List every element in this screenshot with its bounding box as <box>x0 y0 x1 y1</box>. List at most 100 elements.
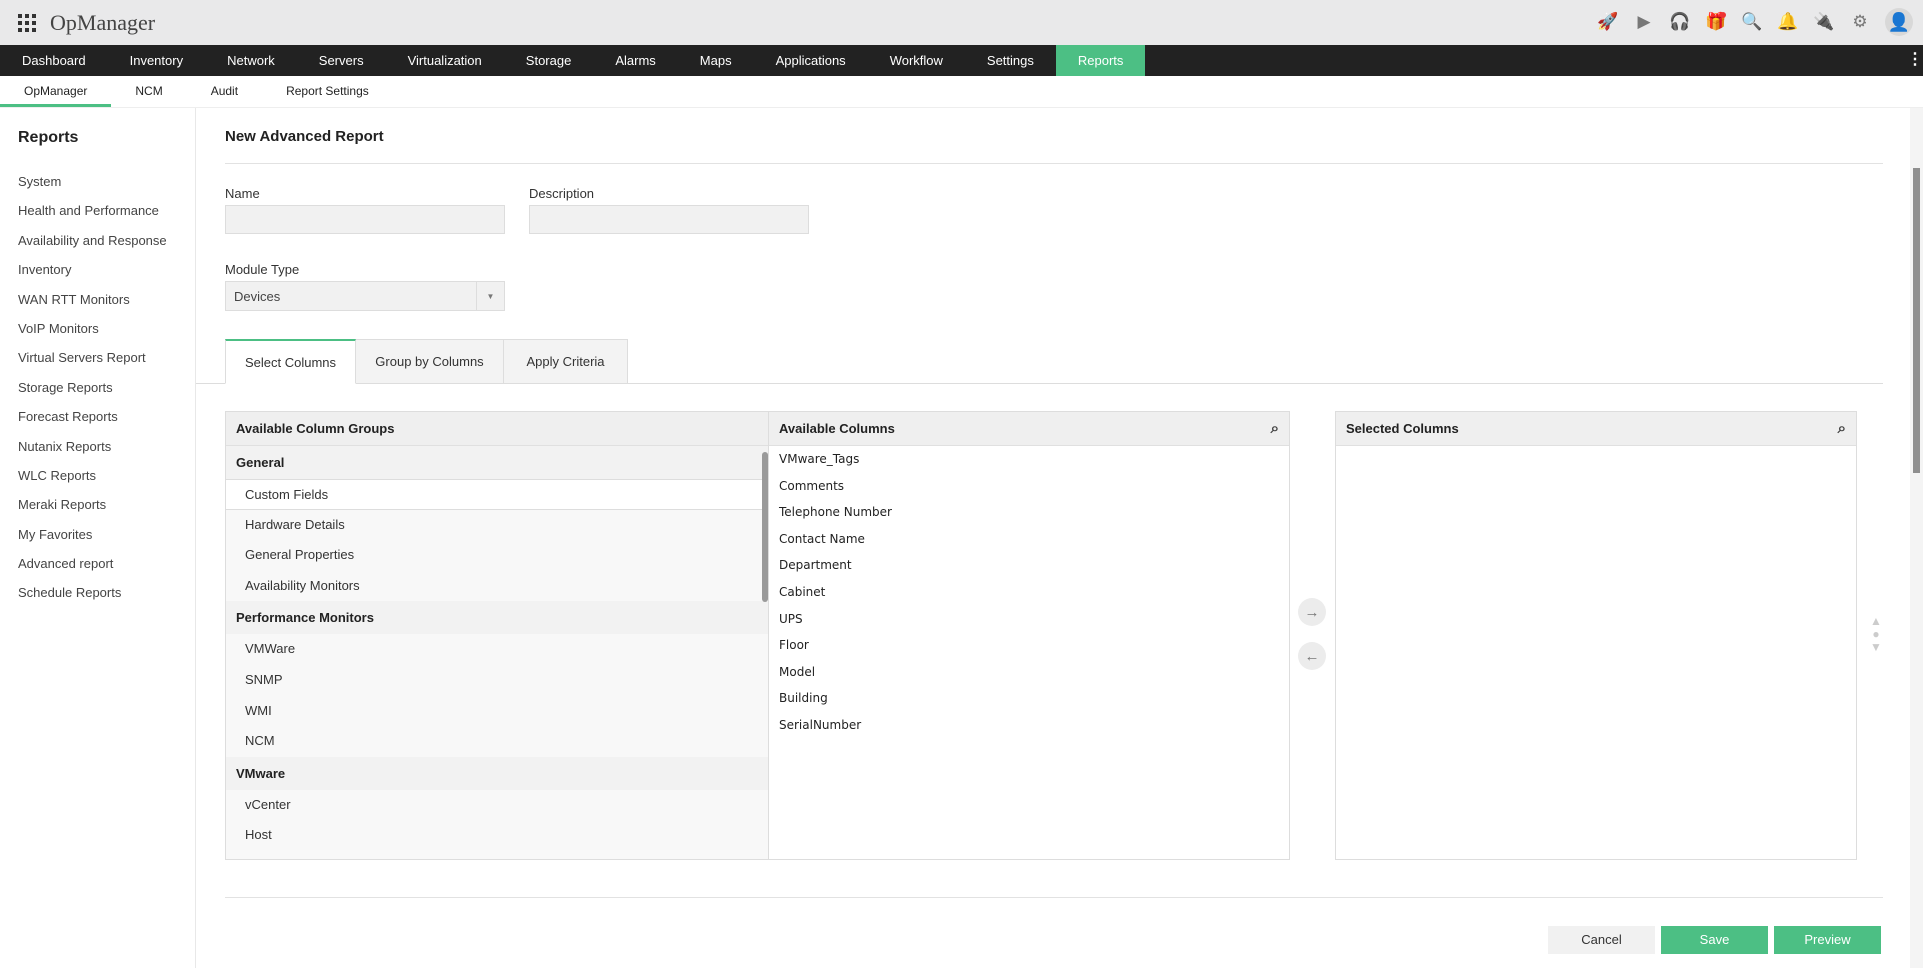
nav-network[interactable]: Network <box>205 45 297 76</box>
available-column-item[interactable]: VMware_Tags <box>769 446 1289 473</box>
gift-icon[interactable]: 🎁 <box>1705 9 1727 35</box>
column-group-item[interactable]: vCenter <box>226 789 768 821</box>
nav-workflow[interactable]: Workflow <box>868 45 965 76</box>
module-type-label: Module Type <box>225 262 300 277</box>
tab-apply-criteria[interactable]: Apply Criteria <box>504 339 628 384</box>
subnav-opmanager[interactable]: OpManager <box>0 76 112 107</box>
module-type-select[interactable]: Devices ▼ <box>225 281 505 311</box>
description-label: Description <box>529 186 595 201</box>
reorder-controls: ▲ ● ▼ <box>1868 615 1884 654</box>
column-group-item[interactable]: Virtual Machine <box>226 850 768 859</box>
subnav-audit[interactable]: Audit <box>187 76 262 107</box>
column-group-item[interactable]: Hardware Details <box>226 509 768 541</box>
name-input[interactable] <box>225 205 505 234</box>
search-icon[interactable]: ⌕ <box>1271 412 1279 446</box>
save-button[interactable]: Save <box>1661 926 1768 954</box>
page-title: New Advanced Report <box>225 128 384 145</box>
available-column-item[interactable]: Building <box>769 685 1289 712</box>
nav-settings[interactable]: Settings <box>965 45 1056 76</box>
chevron-down-icon: ▼ <box>476 282 504 310</box>
available-column-item[interactable]: Contact Name <box>769 526 1289 553</box>
move-down-icon[interactable]: ▼ <box>1868 641 1884 654</box>
sidebar-item[interactable]: Virtual Servers Report <box>18 348 167 377</box>
sidebar-item[interactable]: Advanced report <box>18 554 167 583</box>
column-group-header: VMware <box>226 756 768 790</box>
page-scrollbar[interactable] <box>1910 108 1923 968</box>
description-input[interactable] <box>529 205 809 234</box>
sidebar-item[interactable]: Forecast Reports <box>18 407 167 436</box>
search-icon[interactable]: ⌕ <box>1838 412 1846 446</box>
selected-columns-title: Selected Columns <box>1346 421 1459 436</box>
nav-reports[interactable]: Reports <box>1055 45 1146 76</box>
available-column-item[interactable]: Telephone Number <box>769 499 1289 526</box>
sidebar-item[interactable]: Health and Performance <box>18 201 167 230</box>
column-group-item[interactable]: Host <box>226 820 768 851</box>
nav-inventory[interactable]: Inventory <box>108 45 205 76</box>
available-column-item[interactable]: Model <box>769 659 1289 686</box>
available-column-item[interactable]: Floor <box>769 632 1289 659</box>
column-group-item[interactable]: SNMP <box>226 664 768 696</box>
nav-dashboard[interactable]: Dashboard <box>0 45 108 76</box>
report-tabs: Select Columns Group by Columns Apply Cr… <box>225 339 628 384</box>
available-column-item[interactable]: SerialNumber <box>769 712 1289 739</box>
column-group-item[interactable]: Custom Fields <box>226 479 768 510</box>
sub-nav: OpManager NCM Audit Report Settings <box>0 76 1923 108</box>
nav-virtualization[interactable]: Virtualization <box>386 45 504 76</box>
sidebar-item[interactable]: Storage Reports <box>18 378 167 407</box>
column-groups-panel: Available Column Groups General Custom Fi… <box>225 411 769 860</box>
presentation-icon[interactable]: ▶ <box>1633 9 1655 35</box>
headset-icon[interactable]: 🎧 <box>1669 9 1691 35</box>
column-group-header: Performance Monitors <box>226 601 768 635</box>
column-group-header: General <box>226 446 768 479</box>
bell-icon[interactable]: 🔔 <box>1777 9 1799 35</box>
column-groups-header: Available Column Groups <box>226 412 768 446</box>
gear-icon[interactable]: ⚙ <box>1849 9 1871 35</box>
subnav-ncm[interactable]: NCM <box>111 76 186 107</box>
add-column-arrow-icon[interactable]: → <box>1298 598 1326 626</box>
tab-select-columns[interactable]: Select Columns <box>225 339 356 384</box>
column-group-item[interactable]: VMWare <box>226 634 768 665</box>
sidebar-item[interactable]: WAN RTT Monitors <box>18 290 167 319</box>
available-column-item[interactable]: Cabinet <box>769 579 1289 606</box>
sidebar-item[interactable]: My Favorites <box>18 525 167 554</box>
selected-columns-panel: Selected Columns ⌕ <box>1335 411 1857 860</box>
cancel-button[interactable]: Cancel <box>1548 926 1655 954</box>
sidebar-item[interactable]: Schedule Reports <box>18 583 167 612</box>
module-type-value: Devices <box>234 289 281 304</box>
search-icon[interactable]: 🔍 <box>1741 9 1763 35</box>
available-column-item[interactable]: Comments <box>769 473 1289 500</box>
nav-alarms[interactable]: Alarms <box>593 45 677 76</box>
tab-group-by-columns[interactable]: Group by Columns <box>356 339 504 384</box>
column-group-item[interactable]: Availability Monitors <box>226 570 768 602</box>
app-grid-icon[interactable] <box>18 13 36 32</box>
sidebar-item[interactable]: System <box>18 172 167 201</box>
nav-maps[interactable]: Maps <box>678 45 754 76</box>
sidebar-item[interactable]: Meraki Reports <box>18 495 167 524</box>
selected-columns-header: Selected Columns ⌕ <box>1336 412 1856 446</box>
sidebar-item[interactable]: Nutanix Reports <box>18 437 167 466</box>
plug-icon[interactable]: 🔌 <box>1813 9 1835 35</box>
sidebar-title: Reports <box>18 129 79 146</box>
preview-button[interactable]: Preview <box>1774 926 1881 954</box>
sidebar-item[interactable]: VoIP Monitors <box>18 319 167 348</box>
user-avatar-icon[interactable]: 👤 <box>1885 8 1913 36</box>
app-title: OpManager <box>50 9 156 35</box>
reports-sidebar: Reports System Health and Performance Avai… <box>0 108 196 968</box>
top-bar: OpManager 🚀 ▶ 🎧 🎁 🔍 🔔 🔌 ⚙ 👤 <box>0 0 1923 45</box>
column-group-item[interactable]: General Properties <box>226 540 768 571</box>
subnav-report-settings[interactable]: Report Settings <box>262 76 393 107</box>
available-column-item[interactable]: Department <box>769 552 1289 579</box>
available-column-item[interactable]: UPS <box>769 606 1289 633</box>
nav-servers[interactable]: Servers <box>297 45 386 76</box>
column-group-item[interactable]: WMI <box>226 695 768 727</box>
nav-storage[interactable]: Storage <box>504 45 594 76</box>
sidebar-item[interactable]: Inventory <box>18 260 167 289</box>
sidebar-item[interactable]: Availability and Response <box>18 231 167 260</box>
more-options-icon[interactable]: ⋮ <box>1907 52 1923 68</box>
column-group-item[interactable]: NCM <box>226 726 768 757</box>
available-columns-title: Available Columns <box>779 421 895 436</box>
nav-applications[interactable]: Applications <box>754 45 868 76</box>
rocket-icon[interactable]: 🚀 <box>1597 9 1619 35</box>
sidebar-item[interactable]: WLC Reports <box>18 466 167 495</box>
remove-column-arrow-icon[interactable]: ← <box>1298 642 1326 670</box>
